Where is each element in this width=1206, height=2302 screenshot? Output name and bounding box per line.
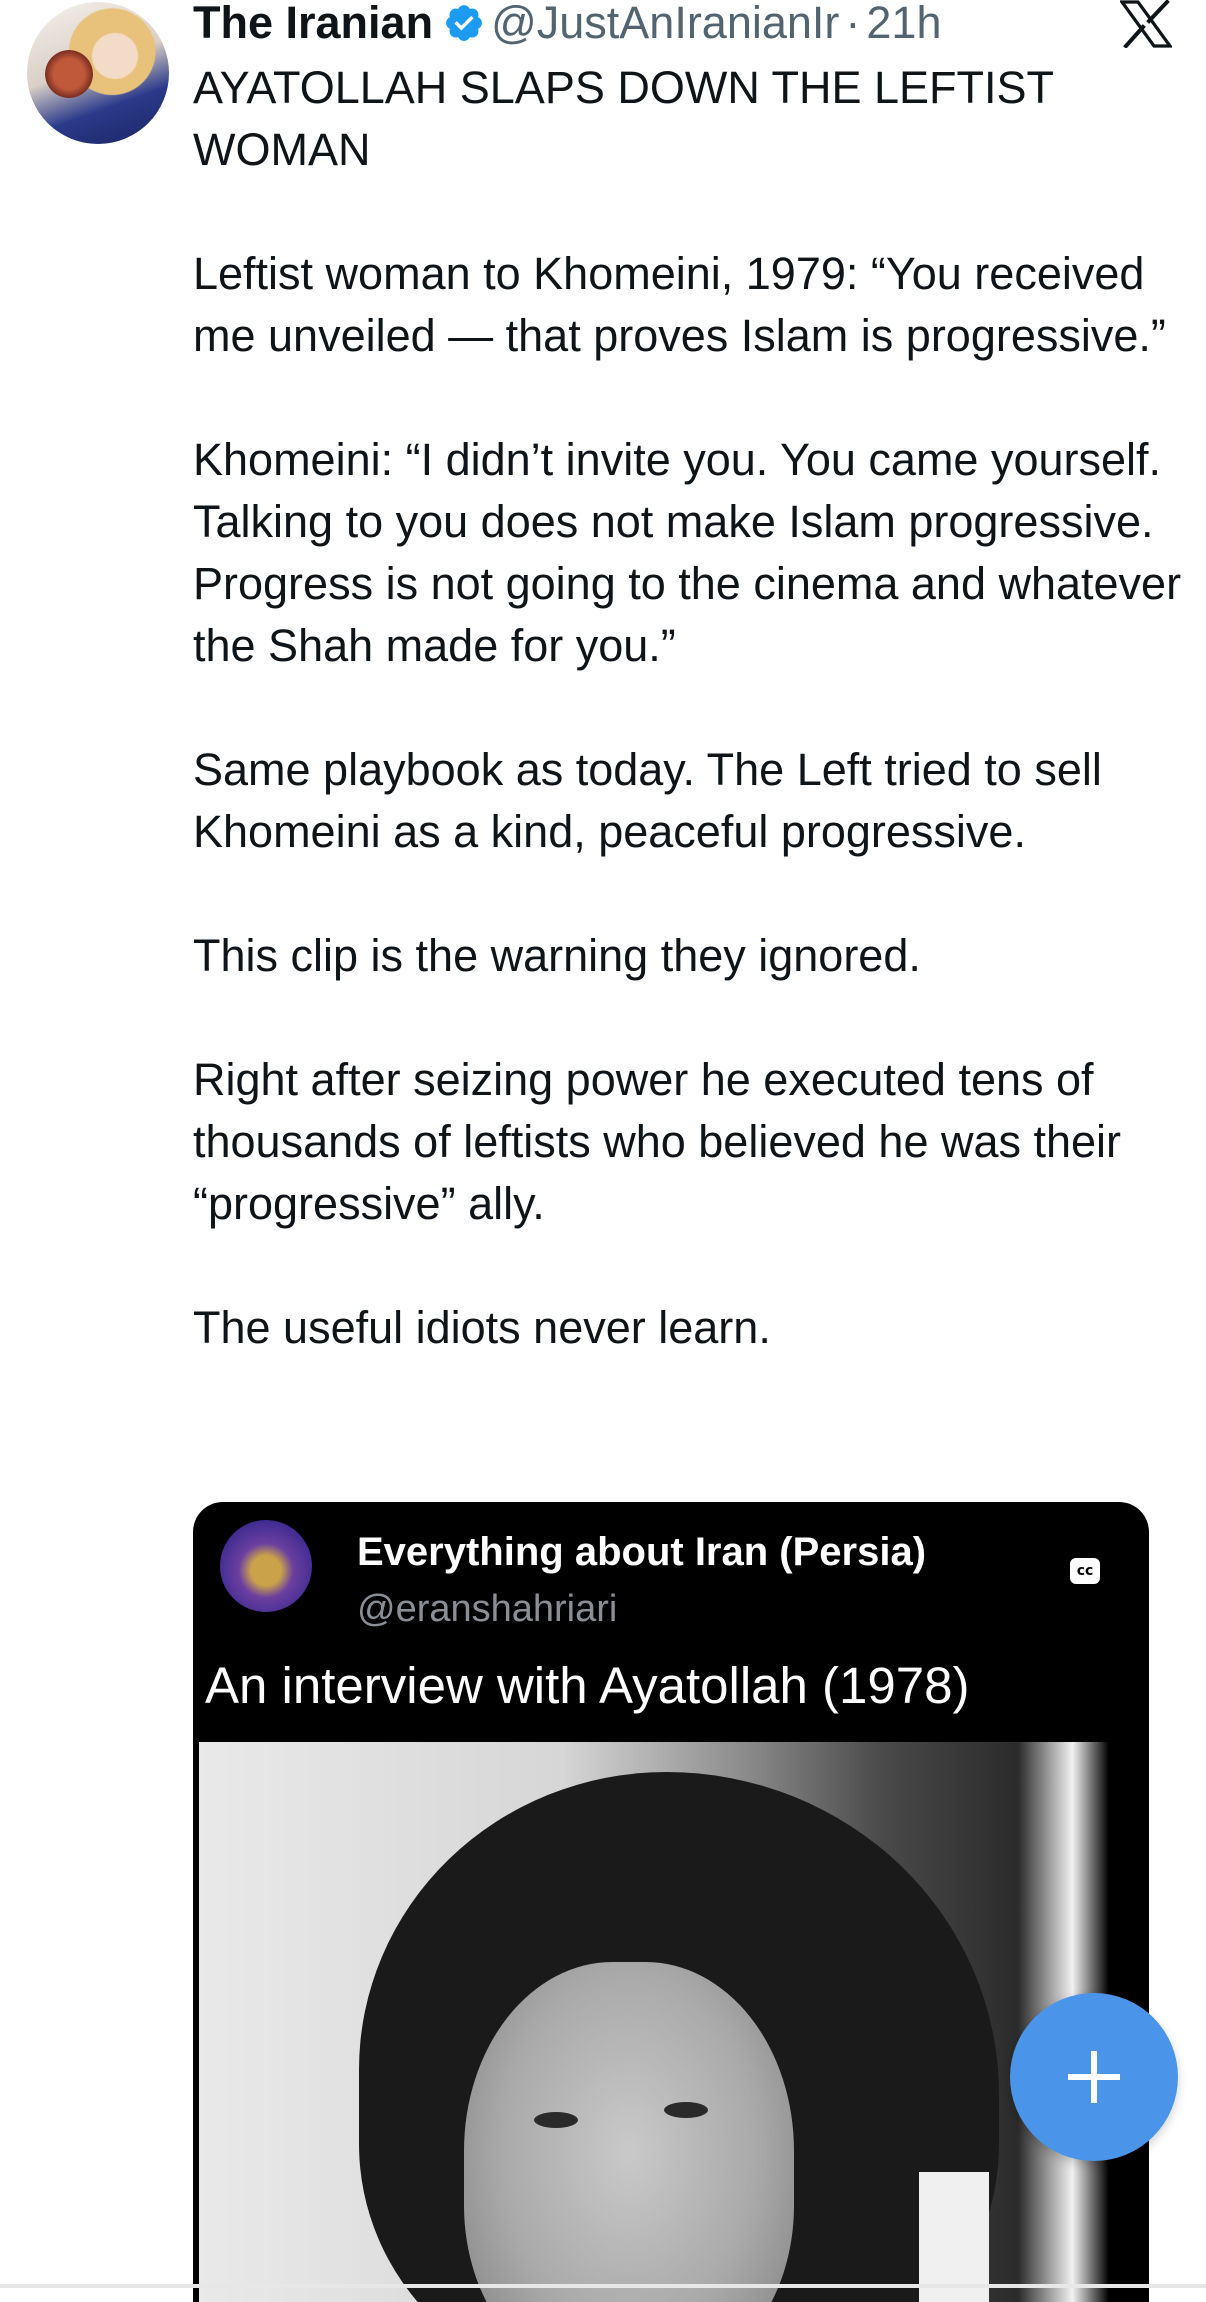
author-handle[interactable]: @JustAnIranianIr <box>491 0 839 46</box>
tweet-paragraph: Khomeini: “I didn’t invite you. You came… <box>193 434 1182 671</box>
timestamp[interactable]: 21h <box>866 0 941 46</box>
tweet-paragraph: Same playbook as today. The Left tried t… <box>193 744 1102 857</box>
tweet-paragraph: AYATOLLAH SLAPS DOWN THE LEFTIST WOMAN <box>193 62 1054 175</box>
compose-button[interactable] <box>1010 1993 1178 2161</box>
thumbnail-eye <box>534 2112 578 2128</box>
video-media-card[interactable]: Everything about Iran (Persia) @eranshah… <box>193 1502 1149 2302</box>
author-avatar[interactable] <box>27 2 169 144</box>
separator-dot: · <box>845 0 861 48</box>
tweet-body: AYATOLLAH SLAPS DOWN THE LEFTIST WOMAN L… <box>193 57 1183 1359</box>
author-display-name[interactable]: The Iranian <box>193 0 433 46</box>
plus-icon <box>1068 2051 1120 2103</box>
verified-badge-icon <box>443 2 485 44</box>
video-thumbnail[interactable] <box>199 1742 1109 2302</box>
thumbnail-face <box>464 1962 794 2302</box>
avatar-decoration <box>45 50 93 98</box>
tweet-paragraph: Leftist woman to Khomeini, 1979: “You re… <box>193 248 1166 361</box>
tweet-header: The Iranian @JustAnIranianIr · 21h <box>193 0 942 46</box>
tweet-paragraph: This clip is the warning they ignored. <box>193 930 921 981</box>
source-avatar <box>220 1520 312 1612</box>
x-logo-icon[interactable] <box>1118 0 1174 49</box>
source-handle: @eranshahriari <box>357 1588 618 1630</box>
tweet-paragraph: Right after seizing power he executed te… <box>193 1054 1122 1229</box>
closed-captions-icon[interactable]: cc <box>1070 1558 1100 1584</box>
divider <box>0 2284 1206 2288</box>
tweet-paragraph: The useful idiots never learn. <box>193 1302 771 1353</box>
video-title: An interview with Ayatollah (1978) <box>205 1657 970 1714</box>
source-name: Everything about Iran (Persia) <box>357 1530 927 1574</box>
thumbnail-paper <box>919 2172 989 2302</box>
thumbnail-eye <box>664 2102 708 2118</box>
